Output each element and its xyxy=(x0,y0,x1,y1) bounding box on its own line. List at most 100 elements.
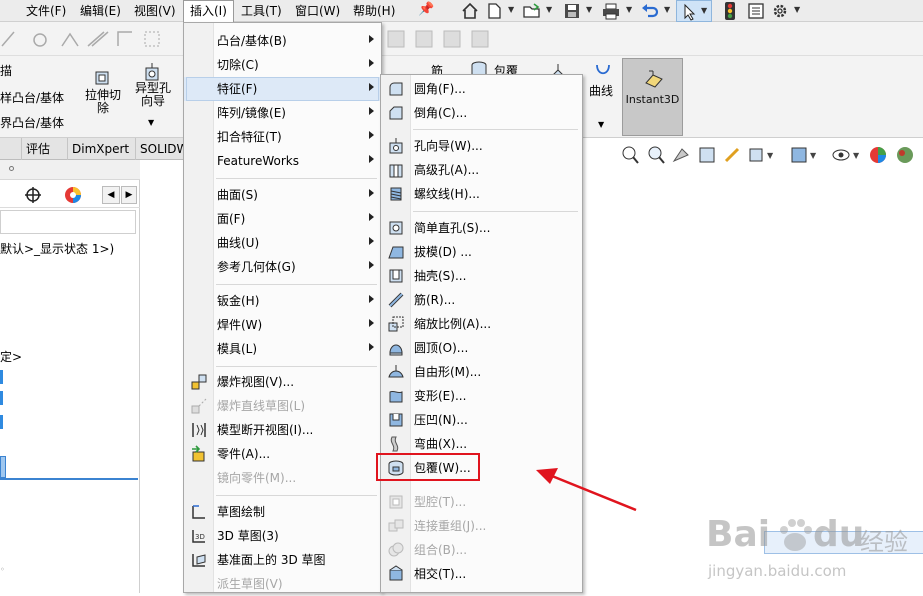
tab-evaluate[interactable]: 评估 xyxy=(22,138,68,160)
menu-item-hole-wizard[interactable]: 孔向导(W)... xyxy=(381,134,582,158)
collapse-dot-icon[interactable] xyxy=(9,166,14,171)
collapse-dot-icon[interactable]: ◦ xyxy=(0,565,5,574)
zoom-area-icon[interactable] xyxy=(648,146,665,164)
menu-item-model-break-view[interactable]: 模型断开视图(I)... xyxy=(184,418,381,442)
menu-item-freeform[interactable]: 自由形(M)... xyxy=(381,360,582,384)
extrude-cut-button[interactable]: 拉伸切 除 xyxy=(82,89,124,115)
menu-item-label: 钣金(H) xyxy=(217,294,260,308)
menu-item-label: 零件(A)... xyxy=(217,447,271,461)
menu-item-advanced-hole[interactable]: 高级孔(A)... xyxy=(381,158,582,182)
ribbon-sweep-label[interactable]: 描 xyxy=(0,62,12,79)
tab-solidworks-addins[interactable]: SOLIDW xyxy=(136,138,190,160)
instant3d-button[interactable]: Instant3D xyxy=(622,58,683,136)
menu-item-fillet[interactable]: 圆角(F)... xyxy=(381,77,582,101)
select-button[interactable]: ▼ xyxy=(676,0,712,22)
dynamic-annotation-icon[interactable] xyxy=(724,147,740,163)
new-document-icon[interactable] xyxy=(484,1,504,21)
menu-item-face[interactable]: 面(F) xyxy=(184,207,381,231)
menu-window[interactable]: 窗口(W) xyxy=(295,3,340,19)
menu-view[interactable]: 视图(V) xyxy=(134,3,176,19)
menu-file[interactable]: 文件(F) xyxy=(26,3,66,19)
menu-item-part[interactable]: 零件(A)... xyxy=(184,442,381,466)
menu-insert[interactable]: 插入(I) xyxy=(183,0,234,22)
tab-dimxpert[interactable]: DimXpert xyxy=(68,138,136,160)
print-icon[interactable] xyxy=(601,1,621,21)
menu-item-weldments[interactable]: 焊件(W) xyxy=(184,313,381,337)
menu-item-exploded-view[interactable]: 爆炸视图(V)... xyxy=(184,370,381,394)
menu-item-rib[interactable]: 筋(R)... xyxy=(381,288,582,312)
chevron-down-icon[interactable]: ▼ xyxy=(626,6,634,14)
menu-item-curve[interactable]: 曲线(U) xyxy=(184,231,381,255)
display-style-icon[interactable] xyxy=(791,147,807,163)
menu-item-sheet-metal[interactable]: 钣金(H) xyxy=(184,289,381,313)
menu-item-features[interactable]: 特征(F) xyxy=(184,77,381,101)
sketch-tools-icon[interactable] xyxy=(0,28,180,50)
display-manager-icon[interactable] xyxy=(63,186,83,204)
menu-item-chamfer[interactable]: 倒角(C)... xyxy=(381,101,582,125)
menu-item-3d-sketch[interactable]: 3D 3D 草图(3) xyxy=(184,524,381,548)
rollback-bar[interactable] xyxy=(0,478,138,480)
view-orientation-icon[interactable] xyxy=(749,148,763,162)
ribbon-loft-label[interactable]: 样凸台/基体 xyxy=(0,89,64,106)
menu-item-sketch[interactable]: 草图绘制 xyxy=(184,500,381,524)
gear-icon[interactable] xyxy=(770,1,790,21)
menu-item-surface[interactable]: 曲面(S) xyxy=(184,183,381,207)
previous-view-icon[interactable] xyxy=(672,148,689,163)
hide-show-items-icon[interactable] xyxy=(832,149,850,161)
menu-item-indent[interactable]: 压凹(N)... xyxy=(381,408,582,432)
menu-item-fastening-features[interactable]: 扣合特征(T) xyxy=(184,125,381,149)
menu-item-3d-sketch-on-plane[interactable]: 基准面上的 3D 草图 xyxy=(184,548,381,572)
selected-tree-item[interactable] xyxy=(0,456,6,478)
menu-item-simple-hole[interactable]: 简单直孔(S)... xyxy=(381,216,582,240)
traffic-light-icon[interactable] xyxy=(720,1,740,21)
pin-icon[interactable]: 📌 xyxy=(418,2,434,18)
section-view-icon[interactable] xyxy=(699,147,715,163)
menu-item-pattern-mirror[interactable]: 阵列/镜像(E) xyxy=(184,101,381,125)
tab-prev[interactable] xyxy=(0,138,22,160)
undo-icon[interactable] xyxy=(640,1,660,21)
home-icon[interactable] xyxy=(460,1,480,21)
menu-tools[interactable]: 工具(T) xyxy=(241,3,282,19)
edit-appearance-icon[interactable] xyxy=(870,147,886,163)
chevron-down-icon[interactable]: ▼ xyxy=(598,120,604,129)
menu-item-boss-base[interactable]: 凸台/基体(B) xyxy=(184,29,381,53)
file-properties-icon[interactable] xyxy=(746,1,766,21)
chevron-down-icon[interactable]: ▼ xyxy=(664,6,672,14)
menu-item-dome[interactable]: 圆顶(O)... xyxy=(381,336,582,360)
menu-item-draft[interactable]: 拔模(D) ... xyxy=(381,240,582,264)
chevron-down-icon[interactable]: ▼ xyxy=(508,6,516,14)
chevron-down-icon[interactable]: ▼ xyxy=(701,6,707,15)
pane-scroll-left-button[interactable]: ◀ xyxy=(102,186,120,204)
hole-wizard-button[interactable]: 异型孔 向导 xyxy=(132,82,174,108)
extrude-cut-icon[interactable] xyxy=(93,69,111,87)
curves-button[interactable]: 曲线 xyxy=(589,82,613,99)
chevron-down-icon[interactable]: ▼ xyxy=(794,6,802,14)
menu-item-molds[interactable]: 模具(L) xyxy=(184,337,381,361)
menu-item-cut[interactable]: 切除(C) xyxy=(184,53,381,77)
save-icon[interactable] xyxy=(562,1,582,21)
menu-help[interactable]: 帮助(H) xyxy=(353,3,395,19)
configuration-label[interactable]: 默认>_显示状态 1>) xyxy=(0,240,114,257)
chevron-down-icon[interactable]: ▼ xyxy=(586,6,594,14)
menu-item-scale[interactable]: 缩放比例(A)... xyxy=(381,312,582,336)
curves-icon[interactable] xyxy=(594,62,612,84)
chevron-down-icon[interactable]: ▼ xyxy=(148,118,154,127)
menu-item-deform[interactable]: 变形(E)... xyxy=(381,384,582,408)
menu-item-reference-geometry[interactable]: 参考几何体(G) xyxy=(184,255,381,279)
menu-item-thread[interactable]: 螺纹线(H)... xyxy=(381,182,582,206)
chevron-down-icon[interactable]: ▼ xyxy=(546,6,554,14)
ribbon-boundary-label[interactable]: 界凸台/基体 xyxy=(0,114,64,131)
dimxpert-manager-icon[interactable] xyxy=(24,186,42,204)
chamfer-icon xyxy=(389,106,403,120)
tree-item-label[interactable]: 定> xyxy=(0,348,22,365)
apply-scene-icon[interactable] xyxy=(897,147,913,163)
filter-input[interactable] xyxy=(0,210,136,234)
menu-item-intersect[interactable]: 相交(T)... xyxy=(381,562,582,586)
zoom-to-fit-icon[interactable] xyxy=(622,146,639,164)
pane-scroll-right-button[interactable]: ▶ xyxy=(121,186,137,204)
menu-item-shell[interactable]: 抽壳(S)... xyxy=(381,264,582,288)
menu-edit[interactable]: 编辑(E) xyxy=(80,3,121,19)
open-folder-icon[interactable] xyxy=(522,1,542,21)
menu-item-featureworks[interactable]: FeatureWorks xyxy=(184,149,381,173)
hole-wizard-icon[interactable] xyxy=(143,62,161,82)
